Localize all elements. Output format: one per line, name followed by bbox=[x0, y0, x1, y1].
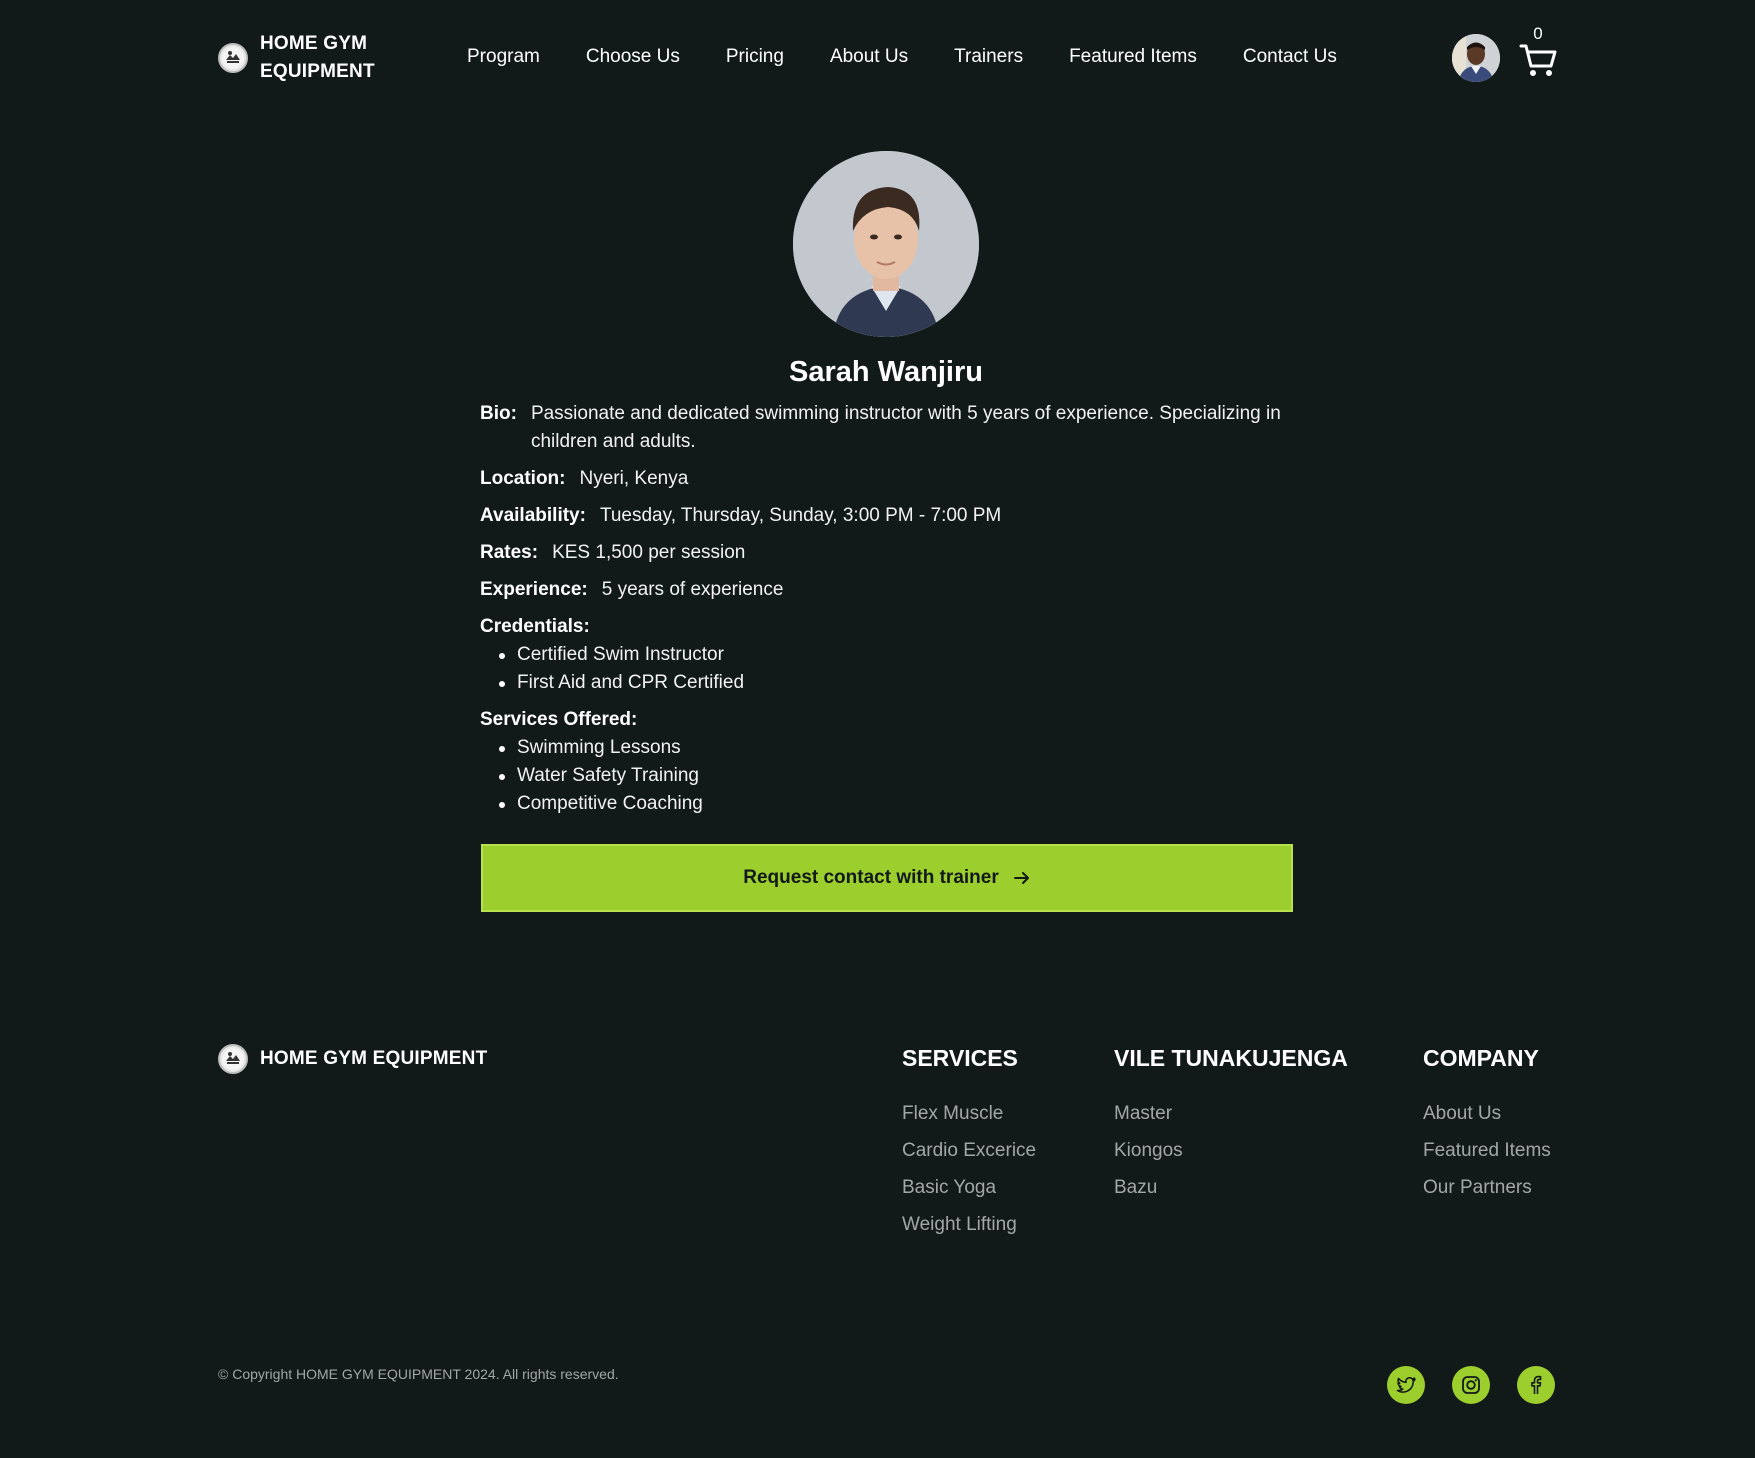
footer-link-bazu[interactable]: Bazu bbox=[1114, 1175, 1348, 1201]
nav-featured-items[interactable]: Featured Items bbox=[1069, 44, 1197, 70]
footer-link-basic-yoga[interactable]: Basic Yoga bbox=[902, 1175, 1036, 1201]
rates-row: Rates: KES 1,500 per session bbox=[480, 539, 1295, 567]
location-value: Nyeri, Kenya bbox=[579, 468, 689, 489]
cart-icon[interactable] bbox=[1518, 26, 1558, 78]
trainer-photo bbox=[793, 151, 979, 337]
footer-link-weight-lifting[interactable]: Weight Lifting bbox=[902, 1212, 1036, 1238]
credential-item: Certified Swim Instructor bbox=[499, 641, 1295, 669]
availability-label: Availability: bbox=[480, 505, 586, 526]
experience-label: Experience: bbox=[480, 579, 588, 600]
footer-link-kiongos[interactable]: Kiongos bbox=[1114, 1138, 1348, 1164]
footer-column-title: VILE TUNAKUJENGA bbox=[1114, 1045, 1348, 1071]
footer-column-title: COMPANY bbox=[1423, 1045, 1539, 1071]
footer-column-services: SERVICES Flex Muscle Cardio Excerice Bas… bbox=[902, 1044, 1036, 1249]
facebook-icon[interactable] bbox=[1517, 1366, 1555, 1404]
nav-choose-us[interactable]: Choose Us bbox=[586, 44, 680, 70]
copyright-text: © Copyright HOME GYM EQUIPMENT 2024. All… bbox=[218, 1366, 619, 1382]
twitter-icon[interactable] bbox=[1387, 1366, 1425, 1404]
footer-link-featured-items[interactable]: Featured Items bbox=[1423, 1138, 1551, 1164]
user-avatar[interactable] bbox=[1452, 34, 1500, 82]
services-list: Swimming Lessons Water Safety Training C… bbox=[480, 734, 1295, 818]
footer-brand-link[interactable]: HOME GYM EQUIPMENT bbox=[218, 1044, 487, 1074]
rates-value: KES 1,500 per session bbox=[552, 542, 746, 563]
rates-label: Rates: bbox=[480, 542, 539, 563]
service-item: Competitive Coaching bbox=[499, 790, 1295, 818]
main-nav: Program Choose Us Pricing About Us Train… bbox=[444, 44, 1360, 70]
availability-value: Tuesday, Thursday, Sunday, 3:00 PM - 7:0… bbox=[599, 505, 1002, 526]
experience-value: 5 years of experience bbox=[601, 579, 784, 600]
nav-about-us[interactable]: About Us bbox=[830, 44, 908, 70]
service-item: Swimming Lessons bbox=[499, 734, 1295, 762]
footer-link-cardio-excerice[interactable]: Cardio Excerice bbox=[902, 1138, 1036, 1164]
service-item: Water Safety Training bbox=[499, 762, 1295, 790]
request-contact-label: Request contact with trainer bbox=[743, 867, 999, 888]
footer-link-master[interactable]: Master bbox=[1114, 1101, 1348, 1127]
footer-column-company: COMPANY About Us Featured Items Our Part… bbox=[1423, 1044, 1551, 1212]
footer-brand-name: HOME GYM EQUIPMENT bbox=[260, 1048, 488, 1069]
nav-pricing[interactable]: Pricing bbox=[726, 44, 784, 70]
gym-logo-icon bbox=[218, 43, 248, 73]
footer-link-our-partners[interactable]: Our Partners bbox=[1423, 1175, 1551, 1201]
trainer-details: Bio: Passionate and dedicated swimming i… bbox=[480, 400, 1295, 827]
availability-row: Availability: Tuesday, Thursday, Sunday,… bbox=[480, 502, 1295, 530]
nav-trainers[interactable]: Trainers bbox=[954, 44, 1023, 70]
location-label: Location: bbox=[480, 468, 566, 489]
bio-label: Bio: bbox=[480, 403, 517, 424]
site-header: HOME GYM EQUIPMENT Program Choose Us Pri… bbox=[0, 0, 1755, 120]
bio-row: Bio: Passionate and dedicated swimming i… bbox=[480, 400, 1295, 456]
brand-logo-link[interactable]: HOME GYM EQUIPMENT bbox=[218, 30, 390, 86]
footer-column-vile-tunakujenga: VILE TUNAKUJENGA Master Kiongos Bazu bbox=[1114, 1044, 1348, 1212]
experience-row: Experience: 5 years of experience bbox=[480, 576, 1295, 604]
bio-text: Passionate and dedicated swimming instru… bbox=[530, 403, 1281, 452]
nav-contact-us[interactable]: Contact Us bbox=[1243, 44, 1337, 70]
gym-logo-icon bbox=[218, 1044, 248, 1074]
credentials-label: Credentials: bbox=[480, 616, 590, 637]
instagram-icon[interactable] bbox=[1452, 1366, 1490, 1404]
services-label: Services Offered: bbox=[480, 709, 638, 730]
arrow-right-icon bbox=[1013, 869, 1031, 887]
nav-program[interactable]: Program bbox=[467, 44, 540, 70]
brand-name: HOME GYM EQUIPMENT bbox=[260, 33, 375, 82]
footer-link-about-us[interactable]: About Us bbox=[1423, 1101, 1551, 1127]
credentials-list: Certified Swim Instructor First Aid and … bbox=[480, 641, 1295, 697]
footer-column-title: SERVICES bbox=[902, 1045, 1018, 1071]
request-contact-button[interactable]: Request contact with trainer bbox=[481, 844, 1293, 912]
social-links bbox=[1387, 1366, 1555, 1404]
credential-item: First Aid and CPR Certified bbox=[499, 669, 1295, 697]
footer-link-flex-muscle[interactable]: Flex Muscle bbox=[902, 1101, 1036, 1127]
location-row: Location: Nyeri, Kenya bbox=[480, 465, 1295, 493]
trainer-name: Sarah Wanjiru bbox=[789, 356, 983, 388]
